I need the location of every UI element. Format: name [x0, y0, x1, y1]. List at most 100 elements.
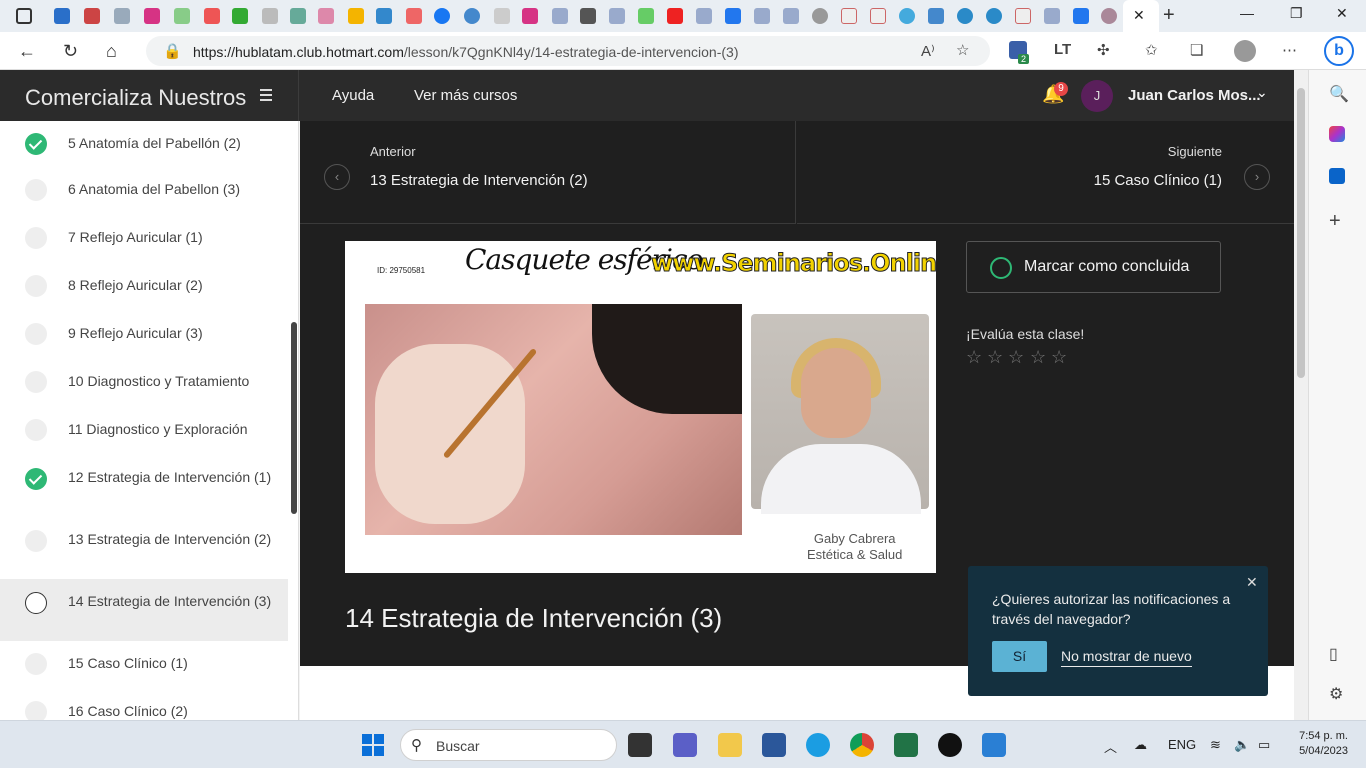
read-aloud-icon[interactable]: A⁾ [921, 42, 935, 60]
lesson-item[interactable]: 16 Caso Clínico (2) [0, 689, 288, 720]
tab-favicon-icon[interactable] [899, 8, 915, 24]
menu-hamburger-icon[interactable] [260, 89, 272, 101]
lesson-item[interactable]: 6 Anatomia del Pabellon (3) [0, 167, 288, 215]
chevron-left-icon[interactable]: ‹ [324, 164, 350, 190]
language-indicator[interactable]: ENG [1168, 737, 1196, 752]
teams-chat-icon[interactable] [673, 733, 697, 757]
tab-favicon-icon[interactable] [986, 8, 1002, 24]
lesson-item[interactable]: 8 Reflejo Auricular (2) [0, 263, 288, 311]
tab-favicon-icon[interactable] [812, 8, 828, 24]
tab-favicon-pdf-icon[interactable] [406, 8, 422, 24]
tab-favicon-search-icon[interactable] [552, 8, 568, 24]
tab-favicon-icon[interactable] [841, 8, 857, 24]
word-icon[interactable] [762, 733, 786, 757]
user-avatar[interactable]: J [1081, 80, 1113, 112]
tab-favicon-bing-icon[interactable] [928, 8, 944, 24]
tab-favicon-icon[interactable] [318, 8, 334, 24]
chrome-icon[interactable] [850, 733, 874, 757]
lesson-item[interactable]: 13 Estrategia de Intervención (2) [0, 517, 288, 579]
search-icon[interactable]: 🔍 [1329, 84, 1349, 104]
lesson-item[interactable]: 14 Estrategia de Intervención (3) [0, 579, 288, 641]
dont-show-again-link[interactable]: No mostrar de nuevo [1061, 648, 1192, 667]
maximize-button[interactable]: ❐ [1290, 5, 1303, 22]
home-icon[interactable]: ⌂ [106, 41, 117, 62]
excel-icon[interactable] [894, 733, 918, 757]
extensions-puzzle-icon[interactable]: ✣ [1097, 41, 1110, 59]
video-player[interactable]: ID: 29750581 Casquete esférico www.Semin… [345, 241, 936, 573]
tab-favicon-search-icon[interactable] [754, 8, 770, 24]
tab-favicon-icon[interactable] [232, 8, 248, 24]
windows-start-icon[interactable] [362, 734, 384, 756]
bing-chat-icon[interactable]: b [1324, 36, 1354, 66]
tab-favicon-meta-icon[interactable] [1073, 8, 1089, 24]
previous-title[interactable]: 13 Estrategia de Intervención (2) [370, 172, 588, 189]
window-close-button[interactable]: ✕ [1336, 5, 1348, 22]
page-scrollbar-thumb[interactable] [1297, 88, 1305, 378]
wifi-icon[interactable]: ≋ [1210, 737, 1221, 753]
tab-favicon-instagram-icon[interactable] [522, 8, 538, 24]
tab-favicon-icon[interactable] [580, 8, 596, 24]
star-icon[interactable]: ☆ [966, 347, 982, 368]
tab-favicon-icon[interactable] [1015, 8, 1031, 24]
tab-favicon-search-icon[interactable] [783, 8, 799, 24]
star-icon[interactable]: ☆ [1051, 347, 1067, 368]
lesson-item[interactable]: 9 Reflejo Auricular (3) [0, 311, 288, 359]
favorites-icon[interactable]: ✩ [1145, 41, 1158, 59]
file-explorer-icon[interactable] [718, 733, 742, 757]
minimize-button[interactable]: — [1240, 5, 1254, 21]
tab-favicon-icon[interactable] [204, 8, 220, 24]
tray-overflow-icon[interactable]: ︿ [1104, 737, 1117, 756]
tab-favicon-icon[interactable] [1101, 8, 1117, 24]
settings-gear-icon[interactable]: ⚙ [1329, 684, 1343, 704]
taskbar-clock[interactable]: 7:54 p. m. 5/04/2023 [1288, 729, 1348, 759]
next-title[interactable]: 15 Caso Clínico (1) [1094, 172, 1222, 189]
tab-favicon-icon[interactable] [494, 8, 510, 24]
tab-favicon-search-icon[interactable] [696, 8, 712, 24]
star-icon[interactable]: ☆ [1008, 347, 1024, 368]
notepad-icon[interactable] [982, 733, 1006, 757]
more-courses-link[interactable]: Ver más cursos [414, 87, 517, 104]
tab-favicon-icon[interactable] [290, 8, 306, 24]
close-icon[interactable]: ✕ [1246, 574, 1258, 591]
lock-icon[interactable]: 🔒 [163, 42, 182, 60]
add-icon[interactable]: + [1329, 210, 1341, 233]
star-icon[interactable]: ☆ [1030, 347, 1046, 368]
edge-icon[interactable] [806, 733, 830, 757]
url-field[interactable]: 🔒 https://hublatam.club.hotmart.com/less… [146, 36, 990, 66]
lesson-item[interactable]: 12 Estrategia de Intervención (1) [0, 455, 288, 517]
chevron-right-icon[interactable]: › [1244, 164, 1270, 190]
tab-favicon-outlook-icon[interactable] [54, 8, 70, 24]
task-view-icon[interactable] [628, 733, 652, 757]
tab-favicon-icon[interactable] [464, 8, 480, 24]
favorite-add-icon[interactable]: ☆ [956, 41, 969, 59]
tab-favicon-icon[interactable] [84, 8, 100, 24]
lesson-item[interactable]: 5 Anatomía del Pabellón (2) [0, 121, 288, 167]
back-arrow-icon[interactable]: ← [18, 41, 36, 62]
user-name[interactable]: Juan Carlos Mos... [1128, 87, 1261, 104]
tab-favicon-icon[interactable] [262, 8, 278, 24]
tab-favicon-youtube-icon[interactable] [667, 8, 683, 24]
extension-lt-icon[interactable]: LT [1054, 41, 1071, 58]
lesson-item[interactable]: 11 Diagnostico y Exploración [0, 407, 288, 455]
tab-favicon-icon[interactable] [376, 8, 392, 24]
previous-lesson-link[interactable]: ‹ Anterior 13 Estrategia de Intervención… [300, 121, 796, 224]
page-scrollbar[interactable] [1294, 70, 1308, 720]
url-text[interactable]: https://hublatam.club.hotmart.com/lesson… [193, 44, 738, 60]
tab-favicon-meta-icon[interactable] [725, 8, 741, 24]
new-tab-button[interactable]: + [1163, 4, 1175, 27]
onedrive-icon[interactable]: ☁ [1134, 737, 1147, 753]
tab-favicon-facebook-icon[interactable] [434, 8, 450, 24]
tab-favicon-instagram-icon[interactable] [144, 8, 160, 24]
chevron-down-icon[interactable]: ⌄ [1256, 84, 1268, 101]
next-lesson-link[interactable]: Siguiente 15 Caso Clínico (1) › [797, 121, 1294, 224]
lesson-item[interactable]: 7 Reflejo Auricular (1) [0, 215, 288, 263]
split-screen-icon[interactable]: ▯ [1329, 644, 1338, 664]
office-icon[interactable] [1329, 126, 1345, 142]
tab-actions-icon[interactable] [16, 8, 32, 24]
tab-favicon-icon[interactable] [114, 8, 130, 24]
tab-favicon-icon[interactable] [174, 8, 190, 24]
more-options-icon[interactable]: ⋯ [1282, 41, 1297, 59]
refresh-icon[interactable]: ↻ [63, 41, 78, 62]
star-icon[interactable]: ☆ [987, 347, 1003, 368]
tab-favicon-search-icon[interactable] [609, 8, 625, 24]
